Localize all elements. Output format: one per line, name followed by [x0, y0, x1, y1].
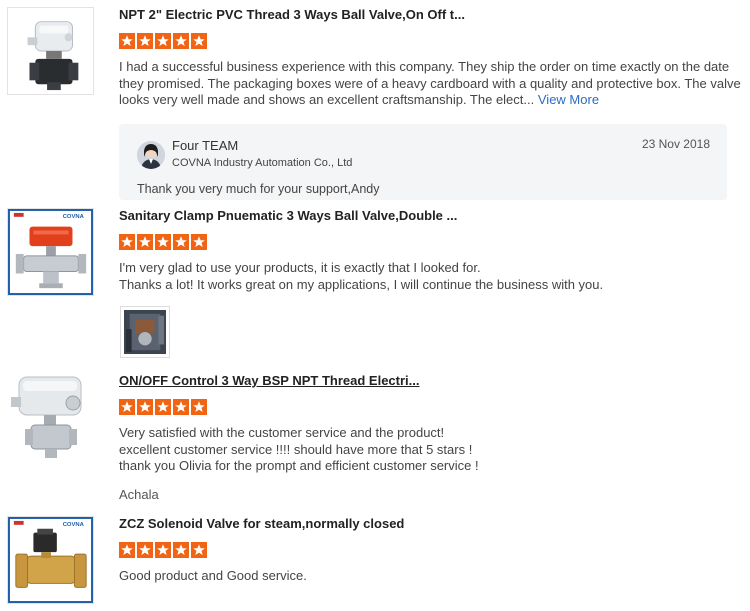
review-attachment-thumbnail[interactable]	[120, 306, 170, 358]
review-line: looks very well made and shows an excell…	[119, 92, 729, 109]
review-line: they promised. The packaging boxes were …	[119, 75, 741, 91]
rating-stars	[119, 542, 729, 560]
product-thumbnail[interactable]: COVNA	[7, 208, 94, 296]
star-icon	[119, 234, 135, 250]
star-icon	[137, 33, 153, 49]
review-line-text: looks very well made and shows an excell…	[119, 92, 535, 107]
star-icon	[173, 399, 189, 415]
review-text: I had a successful business experience w…	[119, 59, 741, 109]
star-icon	[155, 542, 171, 558]
reply-message: Thank you very much for your support,And…	[137, 182, 380, 196]
star-icon	[191, 33, 207, 49]
brand-label: COVNA	[63, 214, 85, 220]
star-icon	[155, 234, 171, 250]
rating-stars	[119, 234, 729, 252]
view-more-link[interactable]: View More	[538, 92, 599, 107]
rating-stars	[119, 33, 729, 51]
star-icon	[191, 399, 207, 415]
review-line: Thanks a lot! It works great on my appli…	[119, 276, 604, 292]
review-line: thank you Olivia for the prompt and effi…	[119, 458, 479, 473]
star-icon	[173, 33, 189, 49]
review-text: I'm very glad to use your products, it i…	[119, 260, 729, 293]
avatar	[137, 141, 165, 169]
review-line: Very satisfied with the customer service…	[119, 425, 445, 440]
reply-company: COVNA Industry Automation Co., Ltd	[172, 157, 353, 169]
reply-author-name: Four TEAM	[172, 138, 239, 153]
product-title[interactable]: ON/OFF Control 3 Way BSP NPT Thread Elec…	[119, 373, 729, 389]
star-icon	[173, 234, 189, 250]
product-thumbnail[interactable]	[7, 7, 94, 95]
product-title[interactable]: Sanitary Clamp Pnuematic 3 Ways Ball Val…	[119, 208, 729, 224]
star-icon	[119, 542, 135, 558]
star-icon	[191, 542, 207, 558]
star-icon	[137, 234, 153, 250]
review-line: Good product and Good service.	[119, 568, 307, 583]
star-icon	[155, 399, 171, 415]
reply-date: 23 Nov 2018	[641, 137, 710, 151]
review-line: I had a successful business experience w…	[119, 59, 730, 74]
product-thumbnail[interactable]: COVNA	[7, 516, 94, 604]
review-line: excellent customer service !!!! should h…	[119, 441, 473, 457]
review-line: I'm very glad to use your products, it i…	[119, 260, 481, 275]
star-icon	[137, 542, 153, 558]
star-icon	[137, 399, 153, 415]
star-icon	[191, 234, 207, 250]
product-title[interactable]: NPT 2" Electric PVC Thread 3 Ways Ball V…	[119, 7, 729, 23]
star-icon	[173, 542, 189, 558]
review-text: Very satisfied with the customer service…	[119, 425, 729, 475]
star-icon	[119, 33, 135, 49]
product-title[interactable]: ZCZ Solenoid Valve for steam,normally cl…	[119, 516, 729, 532]
brand-label: COVNA	[63, 522, 85, 528]
rating-stars	[119, 399, 729, 417]
star-icon	[119, 399, 135, 415]
star-icon	[155, 33, 171, 49]
product-thumbnail[interactable]	[7, 373, 94, 461]
seller-reply: Four TEAM COVNA Industry Automation Co.,…	[119, 124, 727, 200]
review-text: Good product and Good service.	[119, 568, 729, 585]
review-signature: Achala	[119, 487, 159, 502]
